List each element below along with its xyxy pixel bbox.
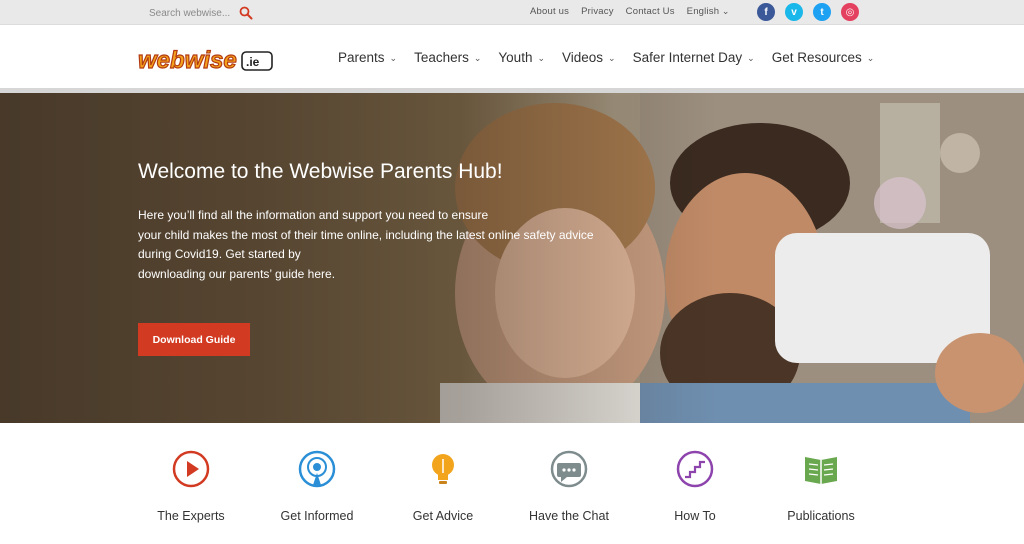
chevron-down-icon: ⌄ [389,53,398,63]
feature-get-informed[interactable]: Get Informed [257,423,377,544]
hero-title: Welcome to the Webwise Parents Hub! [138,160,503,183]
privacy-link[interactable]: Privacy [581,6,614,17]
feature-label: How To [674,509,716,523]
main-nav: Parents ⌄ Teachers ⌄ Youth ⌄ Videos ⌄ Safer … [338,50,874,65]
feature-the-experts[interactable]: The Experts [131,423,251,544]
contact-us-link[interactable]: Contact Us [626,6,675,17]
nav-videos[interactable]: Videos ⌄ [562,50,616,65]
chevron-down-icon: ⌄ [866,53,875,63]
lightbulb-icon [432,454,454,484]
search-box [149,5,259,21]
social-links: f v t ◎ [757,3,859,21]
chevron-down-icon: ⌄ [608,53,616,63]
feature-links: The Experts Get Informed Get Advice Have… [0,423,1024,544]
search-icon[interactable] [239,6,253,20]
hero-line: your child makes the most of their time … [138,227,594,242]
feature-have-the-chat[interactable]: Have the Chat [509,423,629,544]
nav-parents[interactable]: Parents ⌄ [338,50,397,65]
chevron-down-icon: ⌄ [747,53,755,63]
hero-line: downloading our parents’ guide here. [138,266,336,281]
hero-description: Here you’ll find all the information and… [138,206,648,284]
instagram-icon[interactable]: ◎ [841,3,859,21]
hero-line: Here you’ll find all the information and… [138,208,489,222]
feature-publications[interactable]: Publications [761,423,881,544]
chat-icon [550,450,588,488]
nav-youth[interactable]: Youth ⌄ [498,50,545,65]
feature-get-advice[interactable]: Get Advice [383,423,503,544]
nav-get-resources[interactable]: Get Resources ⌄ [772,50,875,65]
chevron-down-icon: ⌄ [473,53,482,63]
logo-wordmark: webwise [138,47,237,74]
podcast-icon [298,450,336,488]
feature-label: Get Informed [280,509,354,523]
chevron-down-icon: ⌄ [537,53,545,63]
hero-line: during Covid19. Get started by [138,247,301,261]
book-icon [805,457,837,484]
language-select[interactable]: English [687,6,730,17]
webwise-logo[interactable]: webwise .ie [138,46,274,74]
twitter-icon[interactable]: t [813,3,831,21]
feature-label: Have the Chat [529,509,609,523]
site-header: webwise .ie Parents ⌄ Teachers ⌄ Youth ⌄ Vi… [0,26,1024,88]
download-guide-button[interactable]: Download Guide [138,323,250,356]
about-us-link[interactable]: About us [530,6,569,17]
feature-label: The Experts [157,509,225,523]
logo-suffix: .ie [246,55,260,69]
top-links: About us Privacy Contact Us English [530,6,730,17]
facebook-icon[interactable]: f [757,3,775,21]
search-input[interactable] [149,7,233,19]
feature-label: Get Advice [412,509,474,523]
stairs-icon [676,450,714,488]
nav-teachers[interactable]: Teachers ⌄ [414,50,481,65]
vimeo-icon[interactable]: v [785,3,803,21]
nav-safer-internet-day[interactable]: Safer Internet Day ⌄ [633,50,755,65]
hero-banner: Welcome to the Webwise Parents Hub! Here… [0,93,1024,423]
feature-label: Publications [787,509,855,523]
play-icon [172,450,210,488]
feature-how-to[interactable]: How To [635,423,755,544]
top-utility-bar: About us Privacy Contact Us English f v … [0,0,1024,25]
